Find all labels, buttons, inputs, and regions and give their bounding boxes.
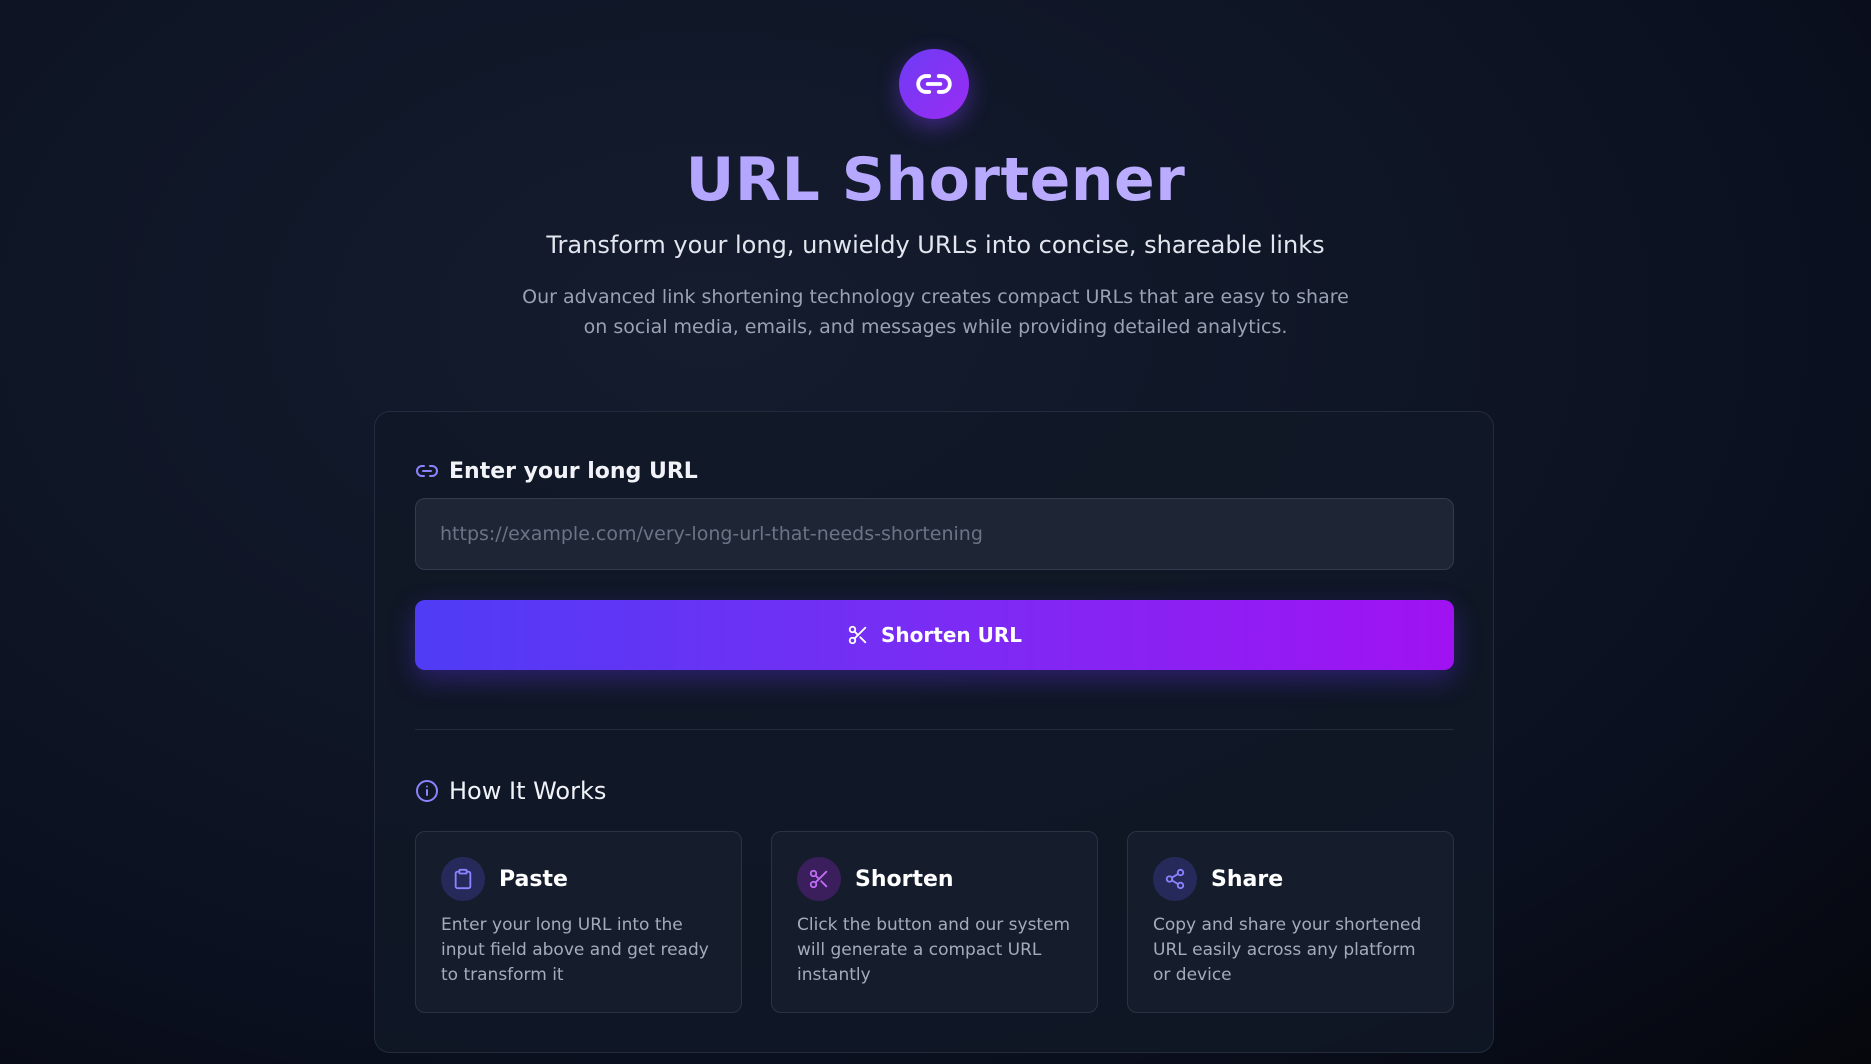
- page-description: Our advanced link shortening technology …: [522, 286, 1349, 338]
- step-icon-badge: [441, 857, 485, 901]
- share-icon: [1165, 868, 1185, 890]
- shorten-url-button-label: Shorten URL: [881, 623, 1022, 647]
- long-url-input[interactable]: [415, 498, 1454, 570]
- step-description: Enter your long URL into the input field…: [441, 915, 709, 985]
- url-input-label-text: Enter your long URL: [449, 458, 698, 484]
- how-it-works-heading-text: How It Works: [449, 777, 607, 805]
- section-divider: [415, 729, 1454, 730]
- step-description: Copy and share your shortened URL easily…: [1153, 915, 1422, 985]
- link-icon: [416, 465, 438, 477]
- step-card-paste: Paste Enter your long URL into the input…: [415, 831, 742, 1013]
- step-icon-badge: [797, 857, 841, 901]
- info-icon: [416, 780, 438, 802]
- scissors-icon: [848, 625, 867, 645]
- url-input-label: Enter your long URL: [415, 456, 698, 486]
- logo-badge: [899, 49, 969, 119]
- step-header: Shorten: [797, 857, 954, 901]
- step-description: Click the button and our system will gen…: [797, 915, 1071, 985]
- clipboard-icon: [454, 868, 472, 890]
- how-it-works-heading: How It Works: [415, 774, 606, 808]
- step-icon-badge: [1153, 857, 1197, 901]
- shortener-card: Enter your long URL Shorten URL How It W…: [374, 411, 1494, 1053]
- shorten-url-button[interactable]: Shorten URL: [415, 600, 1454, 670]
- step-title: Paste: [499, 866, 568, 892]
- page-subtitle: Transform your long, unwieldy URLs into …: [546, 231, 1325, 259]
- page-title: URL Shortener: [0, 140, 1871, 220]
- step-title: Share: [1211, 866, 1284, 892]
- step-card-shorten: Shorten Click the button and our system …: [771, 831, 1098, 1013]
- link-icon: [916, 74, 952, 94]
- step-header: Paste: [441, 857, 568, 901]
- step-header: Share: [1153, 857, 1283, 901]
- step-card-share: Share Copy and share your shortened URL …: [1127, 831, 1454, 1013]
- step-title: Shorten: [855, 866, 954, 892]
- scissors-icon: [809, 869, 828, 889]
